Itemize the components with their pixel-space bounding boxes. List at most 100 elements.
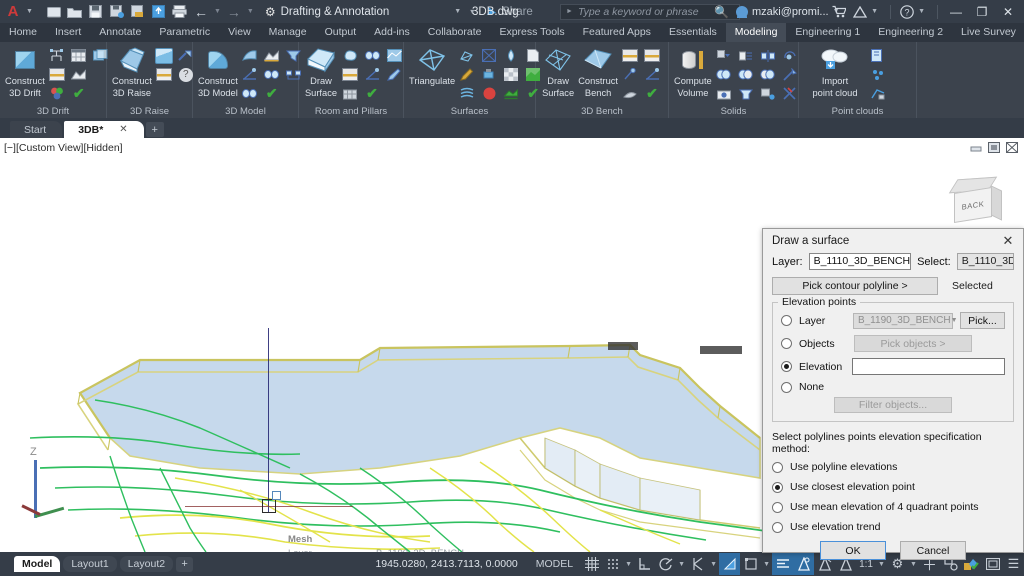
osnap-chevron-icon[interactable]: ▼ xyxy=(708,561,719,568)
radio-use-polyline-elevations[interactable] xyxy=(772,462,783,473)
viewcube-front-face[interactable]: BACK xyxy=(954,187,992,223)
solid-copy-icon[interactable] xyxy=(715,47,733,64)
layer-input[interactable]: B_1110_3D_BENCH xyxy=(809,253,912,270)
ribbon-tab-essentials[interactable]: Essentials xyxy=(660,23,726,42)
workspace-selector[interactable]: ⚙ Drafting & Annotation ▼ ▾ xyxy=(255,5,474,19)
bench-dish-icon[interactable] xyxy=(621,85,639,102)
ribbon-tab-engineering-1[interactable]: Engineering 1 xyxy=(786,23,869,42)
workspace-chevron-icon[interactable]: ▼ xyxy=(454,8,461,15)
ribbon-tab-annotate[interactable]: Annotate xyxy=(90,23,150,42)
pc-section-icon[interactable] xyxy=(869,85,887,102)
draw-surface-rp-button[interactable]: Draw Surface xyxy=(304,45,338,98)
elevation-option-elevation[interactable]: Elevation xyxy=(781,358,1005,375)
ribbon-tab-collaborate[interactable]: Collaborate xyxy=(419,23,491,42)
ribbon-tab-view[interactable]: View xyxy=(219,23,260,42)
bench-drill-icon[interactable] xyxy=(621,66,639,83)
undo-chevron-icon[interactable]: ▼ xyxy=(213,8,222,15)
ribbon-tab-live-survey[interactable]: Live Survey xyxy=(952,23,1024,42)
bench-align-icon[interactable] xyxy=(643,66,661,83)
layout-tab-model[interactable]: Model xyxy=(14,556,60,572)
help-chevron-icon[interactable]: ▼ xyxy=(918,8,931,15)
ribbon-tab-engineering-2[interactable]: Engineering 2 xyxy=(869,23,952,42)
radio-use-closest-elevation-point[interactable] xyxy=(772,482,783,493)
drift-table-icon[interactable] xyxy=(70,47,88,64)
ribbon-tab-insert[interactable]: Insert xyxy=(46,23,90,42)
construct-3d-drift-button[interactable]: Construct 3D Drift xyxy=(5,45,45,98)
redo-chevron-icon[interactable]: ▼ xyxy=(246,8,255,15)
select-dropdown[interactable]: B_1110_3D_BENCH ▼ xyxy=(957,253,1014,270)
new-tab-button[interactable]: + xyxy=(146,122,164,137)
drift-apply-icon[interactable]: ✔ xyxy=(70,85,88,102)
draw-surface-bench-button[interactable]: Draw Surface xyxy=(541,45,575,98)
autodesk-icon[interactable] xyxy=(850,3,869,21)
model-pair-icon[interactable] xyxy=(263,66,281,83)
search-chevron-icon[interactable]: ► xyxy=(561,8,578,15)
elevation-input[interactable] xyxy=(852,358,1005,375)
method-option-elevation-trend[interactable]: Use elevation trend xyxy=(772,521,1014,533)
surf-contour-icon[interactable] xyxy=(458,85,476,102)
surf-boundary-icon[interactable] xyxy=(480,47,498,64)
autodesk-chevron-icon[interactable]: ▼ xyxy=(871,8,884,15)
add-layout-button[interactable]: + xyxy=(176,557,193,572)
solid-camera-icon[interactable] xyxy=(715,85,733,102)
open-folder-icon[interactable] xyxy=(66,3,84,20)
search-icon[interactable]: 🔍 xyxy=(714,5,729,19)
solid-explode-icon[interactable] xyxy=(781,85,799,102)
viewcube-side-face[interactable] xyxy=(991,185,1002,220)
radio-use-mean-elevation[interactable] xyxy=(772,502,783,513)
ribbon-tab-modeling[interactable]: Modeling xyxy=(726,23,787,42)
coordinates-display[interactable]: 1945.0280, 2413.7113, 0.0000 xyxy=(365,558,527,570)
plot-icon[interactable] xyxy=(171,3,189,20)
search-input[interactable]: ► Type a keyword or phrase xyxy=(560,4,740,20)
rp-pencil-icon[interactable] xyxy=(385,66,403,83)
ribbon-tab-express-tools[interactable]: Express Tools xyxy=(490,23,573,42)
file-tab-start[interactable]: Start xyxy=(10,121,62,138)
layout-tab-layout1[interactable]: Layout1 xyxy=(63,556,116,572)
bench-apply-icon[interactable]: ✔ xyxy=(643,85,661,102)
raise-layer-icon[interactable] xyxy=(155,66,173,83)
solid-sheets-icon[interactable] xyxy=(737,47,755,64)
solid-split-icon[interactable] xyxy=(759,47,777,64)
solid-union-icon[interactable] xyxy=(715,66,733,83)
cancel-button[interactable]: Cancel xyxy=(900,541,966,560)
rp-grid-icon[interactable] xyxy=(341,85,359,102)
model-surface-icon[interactable] xyxy=(263,47,281,64)
redo-icon[interactable]: → xyxy=(225,3,243,20)
snap-chevron-icon[interactable]: ▼ xyxy=(623,561,634,568)
ribbon-tab-addins[interactable]: Add-ins xyxy=(365,23,419,42)
model-apply-icon[interactable]: ✔ xyxy=(263,85,281,102)
model-double-icon[interactable] xyxy=(241,85,259,102)
export-icon[interactable] xyxy=(129,3,147,20)
autocad-logo-icon[interactable]: A xyxy=(0,3,26,20)
method-option-polyline-elevations[interactable]: Use polyline elevations xyxy=(772,461,1014,473)
close-icon[interactable]: ✕ xyxy=(119,124,127,135)
solid-rotate-icon[interactable] xyxy=(781,47,799,64)
ribbon-tab-output[interactable]: Output xyxy=(316,23,366,42)
annotation-scale-value[interactable]: 1:1 xyxy=(856,559,876,570)
model-align-icon[interactable] xyxy=(241,66,259,83)
ok-button[interactable]: OK xyxy=(820,541,886,560)
model-sheet-icon[interactable] xyxy=(241,47,259,64)
bench-layer1-icon[interactable] xyxy=(621,47,639,64)
file-tab-3db[interactable]: 3DB* ✕ xyxy=(64,121,143,138)
construct-3d-model-button[interactable]: Construct 3D Model xyxy=(198,45,238,98)
solid-support-icon[interactable] xyxy=(737,85,755,102)
radio-layer[interactable] xyxy=(781,315,792,326)
method-option-closest-elevation-point[interactable]: Use closest elevation point xyxy=(772,481,1014,493)
rp-layer-icon[interactable] xyxy=(341,66,359,83)
surf-mesh-icon[interactable] xyxy=(458,47,476,64)
close-icon[interactable]: ✕ xyxy=(999,233,1017,249)
import-point-cloud-button[interactable]: Import point cloud xyxy=(804,45,866,98)
surf-pencil-icon[interactable] xyxy=(458,66,476,83)
cloud-save-icon[interactable] xyxy=(150,3,168,20)
pick-contour-polyline-button[interactable]: Pick contour polyline > xyxy=(772,277,938,295)
drift-colors-icon[interactable] xyxy=(48,85,66,102)
drift-surface-icon[interactable] xyxy=(70,66,88,83)
method-option-mean-elevation[interactable]: Use mean elevation of 4 quadrant points xyxy=(772,501,1014,513)
elevation-option-layer[interactable]: Layer B_1190_3D_BENCH ▼ Pick... xyxy=(781,312,1005,329)
cart-icon[interactable] xyxy=(829,3,848,21)
drift-network-icon[interactable] xyxy=(48,47,66,64)
elevation-option-none[interactable]: None xyxy=(781,381,1005,393)
surf-delete-icon[interactable] xyxy=(480,85,498,102)
drift-layer-icon[interactable] xyxy=(48,66,66,83)
